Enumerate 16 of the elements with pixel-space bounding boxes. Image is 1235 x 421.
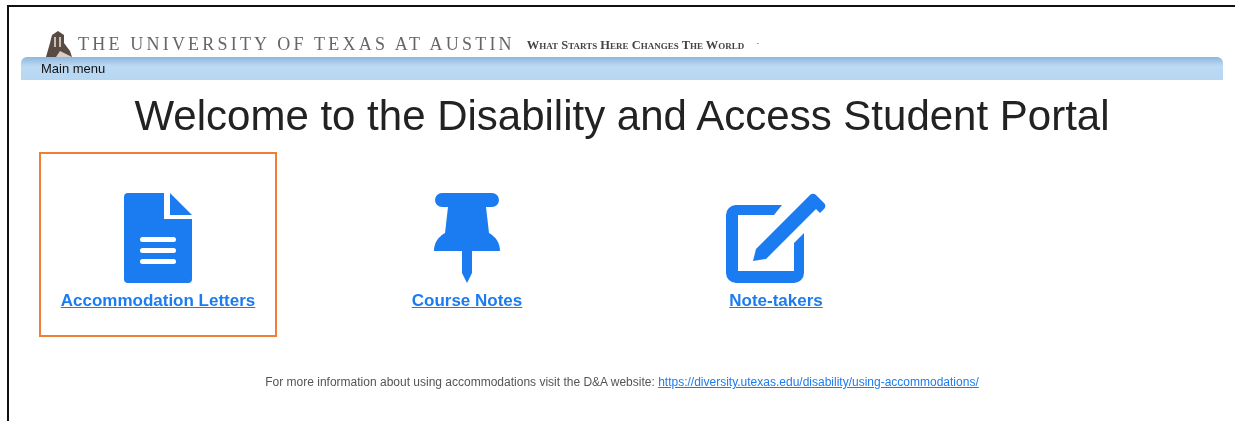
tile-link[interactable]: Accommodation Letters [60,291,256,311]
pushpin-icon [434,193,500,283]
portal-tile[interactable]: Note-takers [657,152,895,337]
portal-tile[interactable]: Course Notes [348,152,586,337]
portal-tile[interactable]: Accommodation Letters [39,152,277,337]
university-name: THE UNIVERSITY OF TEXAS AT AUSTIN [78,34,515,55]
edit-icon [726,193,826,283]
main-menu-bar[interactable]: Main menu [21,57,1223,80]
info-text: For more information about using accommodations visit the D&A website: https://diversity.utexas.edu/disability/using-accommodations/ [264,375,980,389]
tile-link[interactable]: Note-takers [729,291,823,311]
document-icon [124,193,192,283]
header-mark: - [756,38,760,47]
page-heading: Welcome to the Disability and Access Student Portal [133,92,1111,140]
university-tagline: What Starts Here Changes The World [526,38,745,53]
tile-link[interactable]: Course Notes [411,291,523,311]
website-link[interactable]: https://diversity.utexas.edu/disability/using-accommodations/ [658,375,979,389]
